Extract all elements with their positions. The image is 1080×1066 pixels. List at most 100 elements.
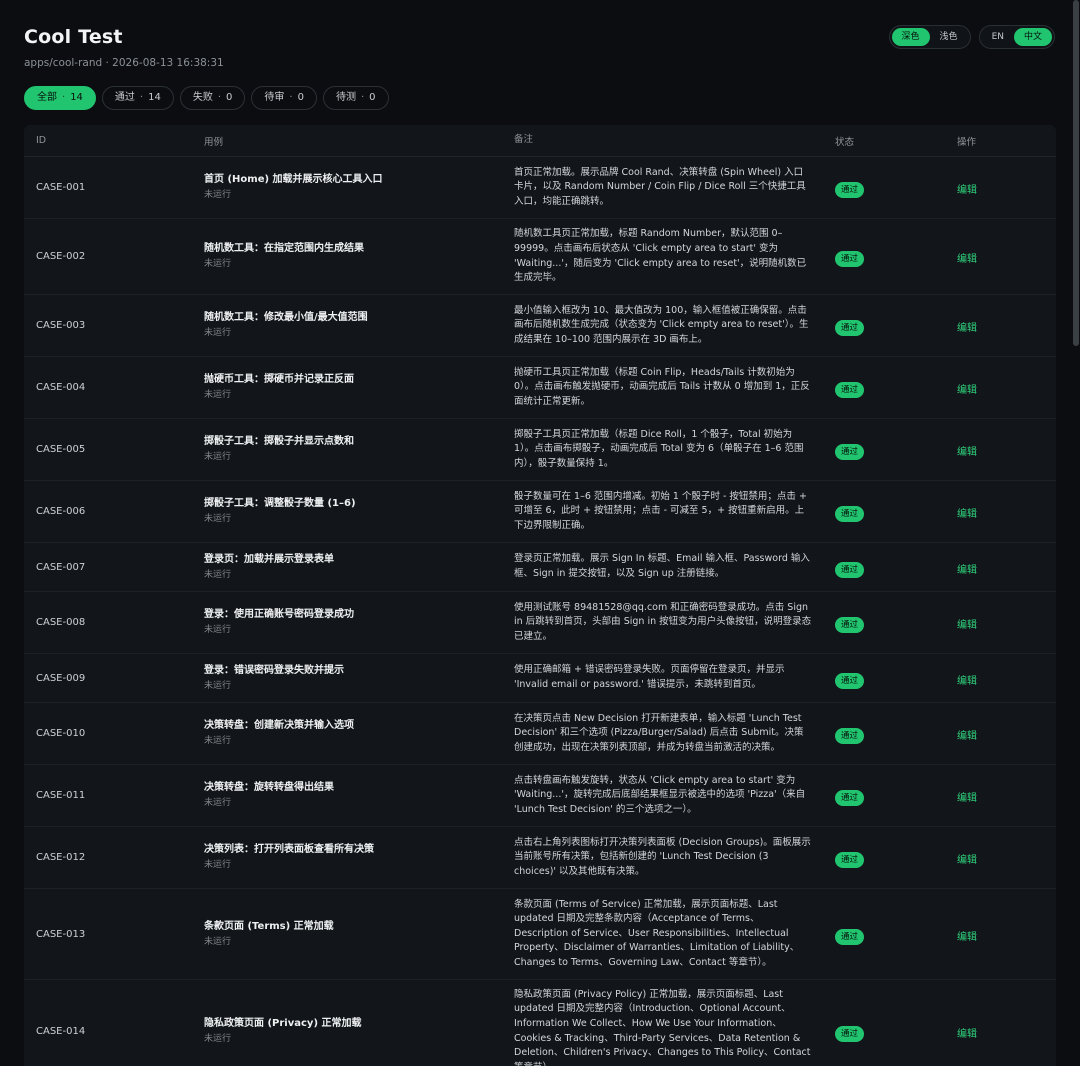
- edit-link[interactable]: 编辑: [957, 509, 977, 520]
- case-note: 在决策页点击 New Decision 打开新建表单，输入标题 'Lunch T…: [514, 712, 804, 753]
- filter-chip-pending[interactable]: 待测 · 0: [322, 86, 389, 110]
- test-case-table: ID 用例 备注 状态 操作 CASE-001 首页 (Home) 加载并展示核心…: [24, 125, 1056, 1066]
- status-cell: 通过: [812, 1021, 942, 1042]
- status-badge: 通过: [835, 320, 865, 336]
- case-cell: 登录：错误密码登录失败并提示 未运行: [192, 664, 502, 693]
- case-title: 登录：错误密码登录失败并提示: [204, 664, 344, 676]
- case-id: CASE-006: [36, 506, 86, 517]
- filter-chip-label: 待审: [264, 92, 285, 103]
- status-badge: 通过: [835, 251, 865, 267]
- filter-chip-passed[interactable]: 通过 · 14: [101, 86, 174, 110]
- case-note: 使用测试账号 89481528@qq.com 和正确密码登录成功。点击 Sign…: [514, 601, 812, 642]
- status-badge: 通过: [835, 506, 865, 522]
- actions-cell: 编辑: [942, 669, 1056, 688]
- column-header-actions: 操作: [957, 136, 977, 148]
- case-id: CASE-004: [36, 382, 86, 393]
- case-run-status: 未运行: [204, 452, 232, 462]
- edit-link[interactable]: 编辑: [957, 323, 977, 334]
- case-note: 随机数工具页正常加载，标题 Random Number，默认范围 0–99999…: [514, 228, 807, 284]
- header-toggles: 深色 浅色 EN 中文: [888, 25, 1055, 49]
- case-title: 抛硬币工具：掷硬币并记录正反面: [204, 374, 354, 385]
- case-title: 登录页：加载并展示登录表单: [204, 553, 334, 565]
- actions-cell: 编辑: [942, 1022, 1056, 1041]
- case-cell: 掷骰子工具：调整骰子数量 (1–6) 未运行: [192, 497, 502, 526]
- case-note: 骰子数量可在 1–6 范围内增减。初始 1 个骰子时 - 按钮禁用；点击 + 可…: [514, 490, 807, 531]
- edit-link[interactable]: 编辑: [957, 676, 977, 687]
- actions-cell: 编辑: [942, 724, 1056, 743]
- edit-link[interactable]: 编辑: [957, 855, 977, 866]
- filter-chip-review[interactable]: 待审 · 0: [251, 86, 317, 110]
- case-cell: 登录页：加载并展示登录表单 未运行: [192, 553, 502, 582]
- lang-en-button[interactable]: EN: [982, 28, 1014, 46]
- case-cell: 首页 (Home) 加载并展示核心工具入口 未运行: [192, 173, 502, 202]
- case-run-status: 未运行: [204, 328, 232, 338]
- status-cell: 通过: [812, 557, 942, 578]
- status-cell: 通过: [812, 177, 942, 198]
- status-cell: 通过: [812, 315, 942, 336]
- edit-link[interactable]: 编辑: [957, 385, 977, 396]
- status-badge: 通过: [835, 1026, 865, 1042]
- case-run-status: 未运行: [204, 860, 232, 870]
- status-cell: 通过: [812, 847, 942, 868]
- filter-chip-failed[interactable]: 失败 · 0: [179, 86, 246, 110]
- filter-chip-count: 0: [226, 92, 233, 103]
- table-row: CASE-008 登录：使用正确账号密码登录成功 未运行 使用测试账号 8948152…: [24, 592, 1056, 654]
- case-cell: 条款页面 (Terms) 正常加载 未运行: [192, 920, 502, 949]
- edit-link[interactable]: 编辑: [957, 185, 977, 196]
- case-cell: 掷骰子工具：掷骰子并显示点数和 未运行: [192, 435, 502, 464]
- edit-link[interactable]: 编辑: [957, 254, 977, 265]
- case-run-status: 未运行: [204, 625, 232, 635]
- actions-cell: 编辑: [942, 316, 1056, 335]
- theme-light-button[interactable]: 浅色: [930, 28, 968, 46]
- edit-link[interactable]: 编辑: [957, 793, 977, 804]
- filter-chip-count: 0: [297, 92, 304, 103]
- filter-chip-count: 0: [369, 92, 376, 103]
- case-id: CASE-014: [36, 1026, 86, 1037]
- theme-toggle: 深色 浅色: [888, 25, 971, 49]
- table-row: CASE-007 登录页：加载并展示登录表单 未运行 登录页正常加载。展示 Sign …: [24, 543, 1056, 592]
- case-title: 登录：使用正确账号密码登录成功: [204, 609, 354, 620]
- table-row: CASE-006 掷骰子工具：调整骰子数量 (1–6) 未运行 骰子数量可在 1–6 …: [24, 481, 1056, 543]
- column-header-id: ID: [36, 135, 47, 146]
- case-run-status: 未运行: [204, 1034, 232, 1044]
- table-row: CASE-009 登录：错误密码登录失败并提示 未运行 使用正确邮箱 + 错误密码登录…: [24, 654, 1056, 703]
- filter-chip-label: 通过: [114, 92, 135, 103]
- status-badge: 通过: [835, 382, 865, 398]
- filter-chip-all[interactable]: 全部 · 14: [24, 86, 96, 110]
- page-scrollbar[interactable]: [1073, 0, 1079, 346]
- case-id: CASE-008: [36, 617, 86, 628]
- case-note: 抛硬币工具页正常加载（标题 Coin Flip，Heads/Tails 计数初始…: [514, 366, 810, 407]
- status-cell: 通过: [812, 668, 942, 689]
- status-badge: 通过: [835, 852, 865, 868]
- case-note: 登录页正常加载。展示 Sign In 标题、Email 输入框、Password…: [514, 553, 810, 579]
- status-badge: 通过: [835, 928, 865, 945]
- case-id: CASE-007: [36, 561, 86, 573]
- edit-link[interactable]: 编辑: [957, 1029, 977, 1040]
- status-badge: 通过: [835, 790, 865, 806]
- case-note: 掷骰子工具页正常加载（标题 Dice Roll，1 个骰子，Total 初始为 …: [514, 428, 804, 469]
- case-title: 掷骰子工具：调整骰子数量 (1–6): [204, 498, 356, 509]
- case-run-status: 未运行: [204, 190, 232, 200]
- edit-link[interactable]: 编辑: [957, 932, 977, 943]
- table-row: CASE-014 隐私政策页面 (Privacy) 正常加载 未运行 隐私政策页面 (…: [24, 980, 1056, 1066]
- edit-link[interactable]: 编辑: [957, 620, 977, 631]
- table-row: CASE-012 决策列表：打开列表面板查看所有决策 未运行 点击右上角列表图标打开决…: [24, 827, 1056, 889]
- filter-chip-label: 全部: [37, 92, 57, 103]
- table-row: CASE-013 条款页面 (Terms) 正常加载 未运行 条款页面 (Terms …: [24, 889, 1056, 980]
- actions-cell: 编辑: [942, 378, 1056, 397]
- case-cell: 登录：使用正确账号密码登录成功 未运行: [192, 608, 502, 637]
- case-id: CASE-001: [36, 182, 86, 193]
- case-title: 首页 (Home) 加载并展示核心工具入口: [204, 174, 383, 185]
- case-note: 最小值输入框改为 10、最大值改为 100，输入框值被正确保留。点击画布后随机数…: [514, 304, 809, 345]
- edit-link[interactable]: 编辑: [957, 447, 977, 458]
- case-title: 决策转盘：旋转转盘得出结果: [204, 782, 334, 793]
- case-run-status: 未运行: [204, 736, 232, 746]
- case-title: 隐私政策页面 (Privacy) 正常加载: [204, 1018, 362, 1029]
- status-badge: 通过: [835, 617, 865, 633]
- filter-chip-count: 14: [148, 92, 161, 103]
- edit-link[interactable]: 编辑: [957, 565, 977, 576]
- status-badge: 通过: [835, 561, 865, 578]
- edit-link[interactable]: 编辑: [957, 731, 977, 742]
- lang-zh-button[interactable]: 中文: [1013, 28, 1052, 46]
- theme-dark-button[interactable]: 深色: [891, 28, 930, 46]
